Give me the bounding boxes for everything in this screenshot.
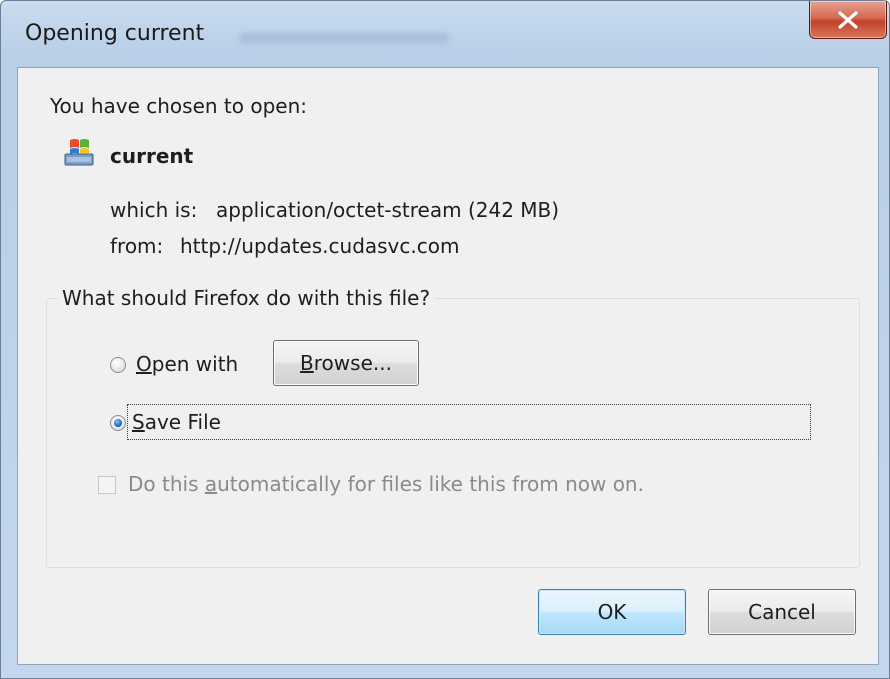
auto-checkbox[interactable] [98,476,116,494]
chosen-text: You have chosen to open: [50,94,308,118]
file-icon [64,139,94,166]
source-value: http://updates.cudasvc.com [180,234,460,258]
blurred-title-region [239,33,449,43]
auto-text-before: Do this [128,472,205,496]
dialog-content: You have chosen to open: current which i… [17,67,879,665]
save-file-text: ave File [144,410,221,434]
close-button[interactable] [809,1,887,39]
save-file-radio[interactable] [110,415,126,431]
open-with-label[interactable]: Open with [136,352,238,376]
source-label: from: [110,234,164,258]
save-file-label[interactable]: Save File [132,410,221,434]
title-bar[interactable]: Opening current [1,1,889,67]
dialog-window: Opening current You have chosen to open:… [0,0,890,679]
auto-text-after: utomatically for files like this from no… [217,472,644,496]
cancel-button[interactable]: Cancel [708,589,856,635]
browse-button[interactable]: Browse... [273,340,419,386]
auto-checkbox-label[interactable]: Do this automatically for files like thi… [128,472,644,496]
open-with-radio[interactable] [110,357,126,373]
open-with-mnemonic: O [136,352,152,376]
open-with-text: pen with [151,352,239,376]
action-group-legend: What should Firefox do with this file? [58,286,435,310]
browse-mnemonic: B [300,351,314,375]
browse-text: rowse... [313,351,392,375]
auto-mnemonic: a [204,472,218,496]
file-type-label: which is: [110,198,198,222]
close-icon [838,10,858,29]
save-file-focus-rect [127,404,811,440]
save-file-mnemonic: S [132,410,145,434]
ok-button[interactable]: OK [538,589,686,635]
window-title: Opening current [25,21,205,46]
file-type-value: application/octet-stream (242 MB) [216,198,560,222]
file-name: current [110,144,194,168]
